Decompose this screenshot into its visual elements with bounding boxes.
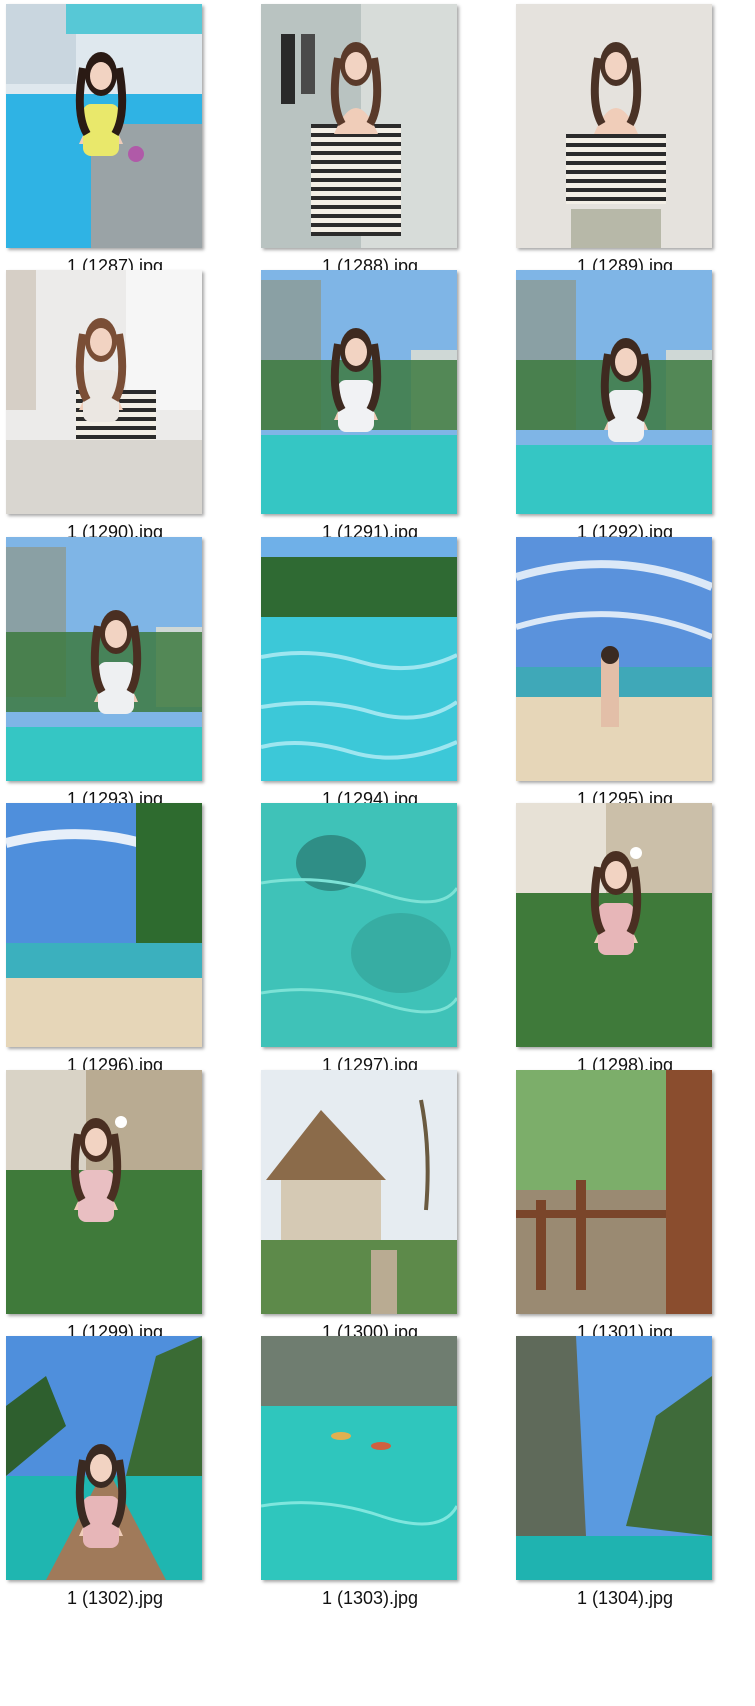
file-item[interactable]: 1 (1299).jpg [0,1066,230,1351]
photo-thumbnail-image [516,1336,712,1580]
photo-thumbnail[interactable] [6,803,202,1047]
file-item[interactable]: 1 (1294).jpg [255,533,485,818]
photo-thumbnail[interactable] [516,803,712,1047]
file-item[interactable]: 1 (1288).jpg [255,0,485,285]
file-item[interactable]: 1 (1302).jpg [0,1332,230,1617]
file-item[interactable]: 1 (1291).jpg [255,266,485,551]
photo-thumbnail[interactable] [516,270,712,514]
photo-thumbnail-image [261,1336,457,1580]
photo-thumbnail-image [6,4,202,248]
photo-thumbnail[interactable] [6,537,202,781]
photo-thumbnail-image [516,270,712,514]
photo-thumbnail-image [261,4,457,248]
photo-thumbnail-image [516,4,712,248]
photo-thumbnail[interactable] [261,1070,457,1314]
file-item[interactable]: 1 (1300).jpg [255,1066,485,1351]
photo-thumbnail-image [516,803,712,1047]
photo-thumbnail[interactable] [261,1336,457,1580]
file-item[interactable]: 1 (1304).jpg [510,1332,740,1617]
photo-thumbnail[interactable] [516,537,712,781]
file-item[interactable]: 1 (1296).jpg [0,799,230,1084]
file-name-label: 1 (1303).jpg [321,1588,419,1608]
photo-thumbnail-image [6,803,202,1047]
file-name-label: 1 (1302).jpg [66,1588,164,1608]
photo-thumbnail-image [6,1070,202,1314]
photo-thumbnail[interactable] [6,1336,202,1580]
photo-thumbnail-image [261,1070,457,1314]
file-item[interactable]: 1 (1292).jpg [510,266,740,551]
photo-thumbnail[interactable] [261,537,457,781]
photo-thumbnail[interactable] [261,270,457,514]
file-name-label: 1 (1304).jpg [576,1588,674,1608]
photo-thumbnail-image [261,803,457,1047]
photo-thumbnail-image [6,1336,202,1580]
file-item[interactable]: 1 (1293).jpg [0,533,230,818]
photo-thumbnail[interactable] [261,803,457,1047]
file-item[interactable]: 1 (1303).jpg [255,1332,485,1617]
photo-thumbnail-image [261,537,457,781]
photo-thumbnail-image [261,270,457,514]
file-thumbnail-grid: 1 (1287).jpg 1 (1288).jpg 1 (1289).jpg 1… [0,0,755,1706]
file-item[interactable]: 1 (1289).jpg [510,0,740,285]
photo-thumbnail-image [516,537,712,781]
photo-thumbnail[interactable] [261,4,457,248]
photo-thumbnail[interactable] [6,270,202,514]
file-item[interactable]: 1 (1295).jpg [510,533,740,818]
photo-thumbnail[interactable] [516,1336,712,1580]
photo-thumbnail[interactable] [6,1070,202,1314]
file-item[interactable]: 1 (1297).jpg [255,799,485,1084]
file-item[interactable]: 1 (1298).jpg [510,799,740,1084]
photo-thumbnail[interactable] [516,4,712,248]
photo-thumbnail-image [516,1070,712,1314]
photo-thumbnail-image [6,537,202,781]
photo-thumbnail[interactable] [516,1070,712,1314]
photo-thumbnail[interactable] [6,4,202,248]
file-item[interactable]: 1 (1287).jpg [0,0,230,285]
file-item[interactable]: 1 (1290).jpg [0,266,230,551]
photo-thumbnail-image [6,270,202,514]
file-item[interactable]: 1 (1301).jpg [510,1066,740,1351]
